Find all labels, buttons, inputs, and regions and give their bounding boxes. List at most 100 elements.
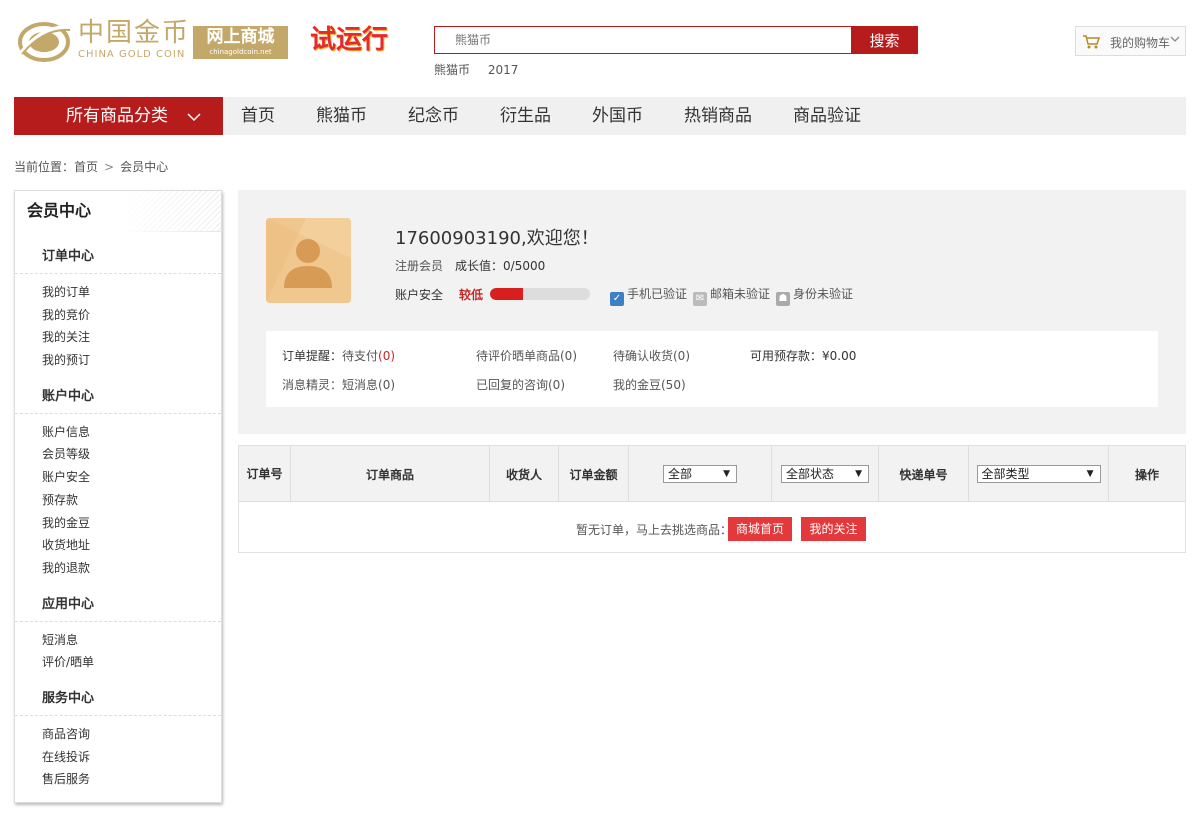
- mail-unverified[interactable]: ✉ 邮箱未验证: [693, 285, 770, 306]
- nav-item-derivatives[interactable]: 衍生品: [500, 97, 551, 135]
- search-input[interactable]: [435, 27, 851, 53]
- time-select[interactable]: 全部 ▼: [663, 465, 737, 483]
- col-status: 全部状态 ▼: [772, 446, 879, 502]
- id-unverified[interactable]: ☗ 身份未验证: [776, 285, 853, 306]
- breadcrumb: 当前位置：首页 > 会员中心: [14, 158, 168, 175]
- mall-cn: 网上商城: [206, 27, 275, 47]
- nav-item-home[interactable]: 首页: [241, 97, 275, 135]
- sidebar-item-consult[interactable]: 商品咨询: [15, 723, 221, 746]
- dropdown-arrow-icon: ▼: [1086, 469, 1094, 479]
- type-select[interactable]: 全部类型 ▼: [976, 465, 1101, 483]
- cart-icon: [1082, 34, 1101, 54]
- replied-consult-link[interactable]: 已回复的咨询(0): [476, 376, 565, 393]
- logo-text[interactable]: 中国金币 CHINA GOLD COIN: [78, 18, 190, 62]
- profile-panel: 17600903190,欢迎您！ 注册会员 成长值：0/5000 账户安全 较低 …: [238, 190, 1186, 434]
- col-order-no: 订单号: [239, 446, 291, 502]
- reminders-box: 订单提醒：待支付(0) 待评价晒单商品(0) 待确认收货(0) 可用预存款：¥0…: [266, 331, 1158, 407]
- sidebar-item-address[interactable]: 收货地址: [15, 534, 221, 557]
- short-msg-link[interactable]: 短消息(0): [342, 378, 395, 392]
- breadcrumb-prefix: 当前位置：: [14, 160, 75, 174]
- all-categories-label: 所有商品分类: [66, 106, 168, 126]
- gold-beans-link[interactable]: 我的金豆(50): [613, 376, 686, 393]
- col-tracking: 快递单号: [879, 446, 969, 502]
- order-reminder-label: 订单提醒：: [282, 349, 343, 363]
- breadcrumb-current: 会员中心: [120, 160, 169, 174]
- sidebar-item-account-security[interactable]: 账户安全: [15, 466, 221, 489]
- pending-pay-link[interactable]: 待支付(0): [342, 349, 395, 363]
- sidebar-item-refunds[interactable]: 我的退款: [15, 557, 221, 580]
- sidebar-item-after-sales[interactable]: 售后服务: [15, 768, 221, 791]
- sidebar-item-deposit[interactable]: 预存款: [15, 489, 221, 512]
- order-reminder: 订单提醒：待支付(0): [282, 347, 395, 364]
- security-progress-fill: [490, 288, 523, 300]
- dropdown-arrow-icon: ▼: [855, 469, 862, 479]
- trial-badge: 试运行: [310, 25, 389, 55]
- phone-verified-icon: ✓: [610, 292, 624, 306]
- sidebar-item-reviews[interactable]: 评价/晒单: [15, 651, 221, 674]
- deposit-balance[interactable]: 可用预存款：¥0.00: [750, 347, 856, 364]
- verify-label: 手机已验证: [627, 287, 688, 301]
- to-confirm-link[interactable]: 待确认收货(0): [613, 347, 690, 364]
- orders-table: 订单号 订单商品 收货人 订单金额 全部 ▼ 全部状态 ▼ 快递单号 全部类型 ▼ 操…: [238, 445, 1186, 553]
- sidebar-item-complaint[interactable]: 在线投诉: [15, 746, 221, 769]
- nav-items: 首页 熊猫币 纪念币 衍生品 外国币 热销商品 商品验证: [241, 97, 902, 135]
- sidebar-group-title: 账户中心: [15, 380, 221, 414]
- status-select-value: 全部状态: [786, 467, 835, 481]
- sidebar-item-my-bids[interactable]: 我的竞价: [15, 304, 221, 327]
- col-type: 全部类型 ▼: [969, 446, 1109, 502]
- sidebar-item-messages[interactable]: 短消息: [15, 629, 221, 652]
- security-progress-bar: [490, 288, 590, 300]
- dropdown-arrow-icon: ▼: [723, 469, 730, 479]
- avatar[interactable]: [266, 218, 351, 303]
- cart-label: 我的购物车: [1110, 36, 1171, 50]
- verify-label: 邮箱未验证: [710, 287, 771, 301]
- sidebar-item-my-orders[interactable]: 我的订单: [15, 281, 221, 304]
- search-button[interactable]: 搜索: [851, 26, 918, 54]
- cart-button[interactable]: 我的购物车: [1075, 26, 1186, 56]
- search-box: 搜索: [434, 26, 918, 54]
- status-select[interactable]: 全部状态 ▼: [781, 465, 869, 483]
- sidebar-item-gold-beans[interactable]: 我的金豆: [15, 512, 221, 535]
- sidebar-item-my-reservations[interactable]: 我的预订: [15, 349, 221, 372]
- nav-item-panda[interactable]: 熊猫币: [316, 97, 367, 135]
- nav-item-commemorative[interactable]: 纪念币: [408, 97, 459, 135]
- nav-item-foreign[interactable]: 外国币: [592, 97, 643, 135]
- sidebar-group-account: 账户中心 账户信息 会员等级 账户安全 预存款 我的金豆 收货地址 我的退款: [15, 380, 221, 580]
- mall-home-button[interactable]: 商城首页: [728, 517, 792, 541]
- hot-word-link[interactable]: 2017: [488, 63, 519, 77]
- member-info: 注册会员 成长值：0/5000: [395, 257, 545, 274]
- my-follows-button[interactable]: 我的关注: [801, 517, 866, 541]
- mall-en: chinagoldcoin.net: [209, 48, 272, 56]
- breadcrumb-separator: >: [104, 160, 115, 174]
- msg-reminder-label: 消息精灵：: [282, 378, 343, 392]
- china-gold-coin-logo-icon[interactable]: [14, 14, 74, 66]
- col-receiver: 收货人: [490, 446, 559, 502]
- nav-item-hot[interactable]: 热销商品: [684, 97, 752, 135]
- msg-reminder: 消息精灵：短消息(0): [282, 376, 395, 393]
- pending-pay-label: 待支付: [342, 349, 379, 363]
- sidebar-item-member-level[interactable]: 会员等级: [15, 443, 221, 466]
- chevron-down-icon: [1170, 34, 1180, 47]
- to-review-link[interactable]: 待评价晒单商品(0): [476, 347, 577, 364]
- sidebar-group-service: 服务中心 商品咨询 在线投诉 售后服务: [15, 682, 221, 791]
- breadcrumb-home-link[interactable]: 首页: [74, 160, 98, 174]
- member-type: 注册会员: [395, 259, 444, 273]
- all-categories-button[interactable]: 所有商品分类: [14, 97, 223, 135]
- sidebar-group-order: 订单中心 我的订单 我的竞价 我的关注 我的预订: [15, 240, 221, 372]
- online-mall-badge: 网上商城 chinagoldcoin.net: [193, 26, 288, 59]
- sidebar-item-my-follows[interactable]: 我的关注: [15, 326, 221, 349]
- sidebar-title: 会员中心: [15, 191, 221, 232]
- hot-words: 熊猫币 2017: [434, 61, 532, 78]
- sidebar-group-title: 应用中心: [15, 588, 221, 622]
- sidebar-item-account-info[interactable]: 账户信息: [15, 421, 221, 444]
- logo-en: CHINA GOLD COIN: [78, 49, 186, 60]
- hot-word-link[interactable]: 熊猫币: [434, 63, 470, 77]
- col-amount: 订单金额: [559, 446, 629, 502]
- empty-orders-row: 暂无订单，马上去挑选商品： 商城首页 我的关注: [239, 502, 1185, 552]
- time-select-value: 全部: [668, 467, 693, 481]
- nav-item-verify[interactable]: 商品验证: [793, 97, 861, 135]
- phone-verified[interactable]: ✓ 手机已验证: [610, 285, 687, 306]
- sidebar-group-title: 订单中心: [15, 240, 221, 274]
- security-label: 账户安全: [395, 288, 444, 302]
- verify-label: 身份未验证: [793, 287, 854, 301]
